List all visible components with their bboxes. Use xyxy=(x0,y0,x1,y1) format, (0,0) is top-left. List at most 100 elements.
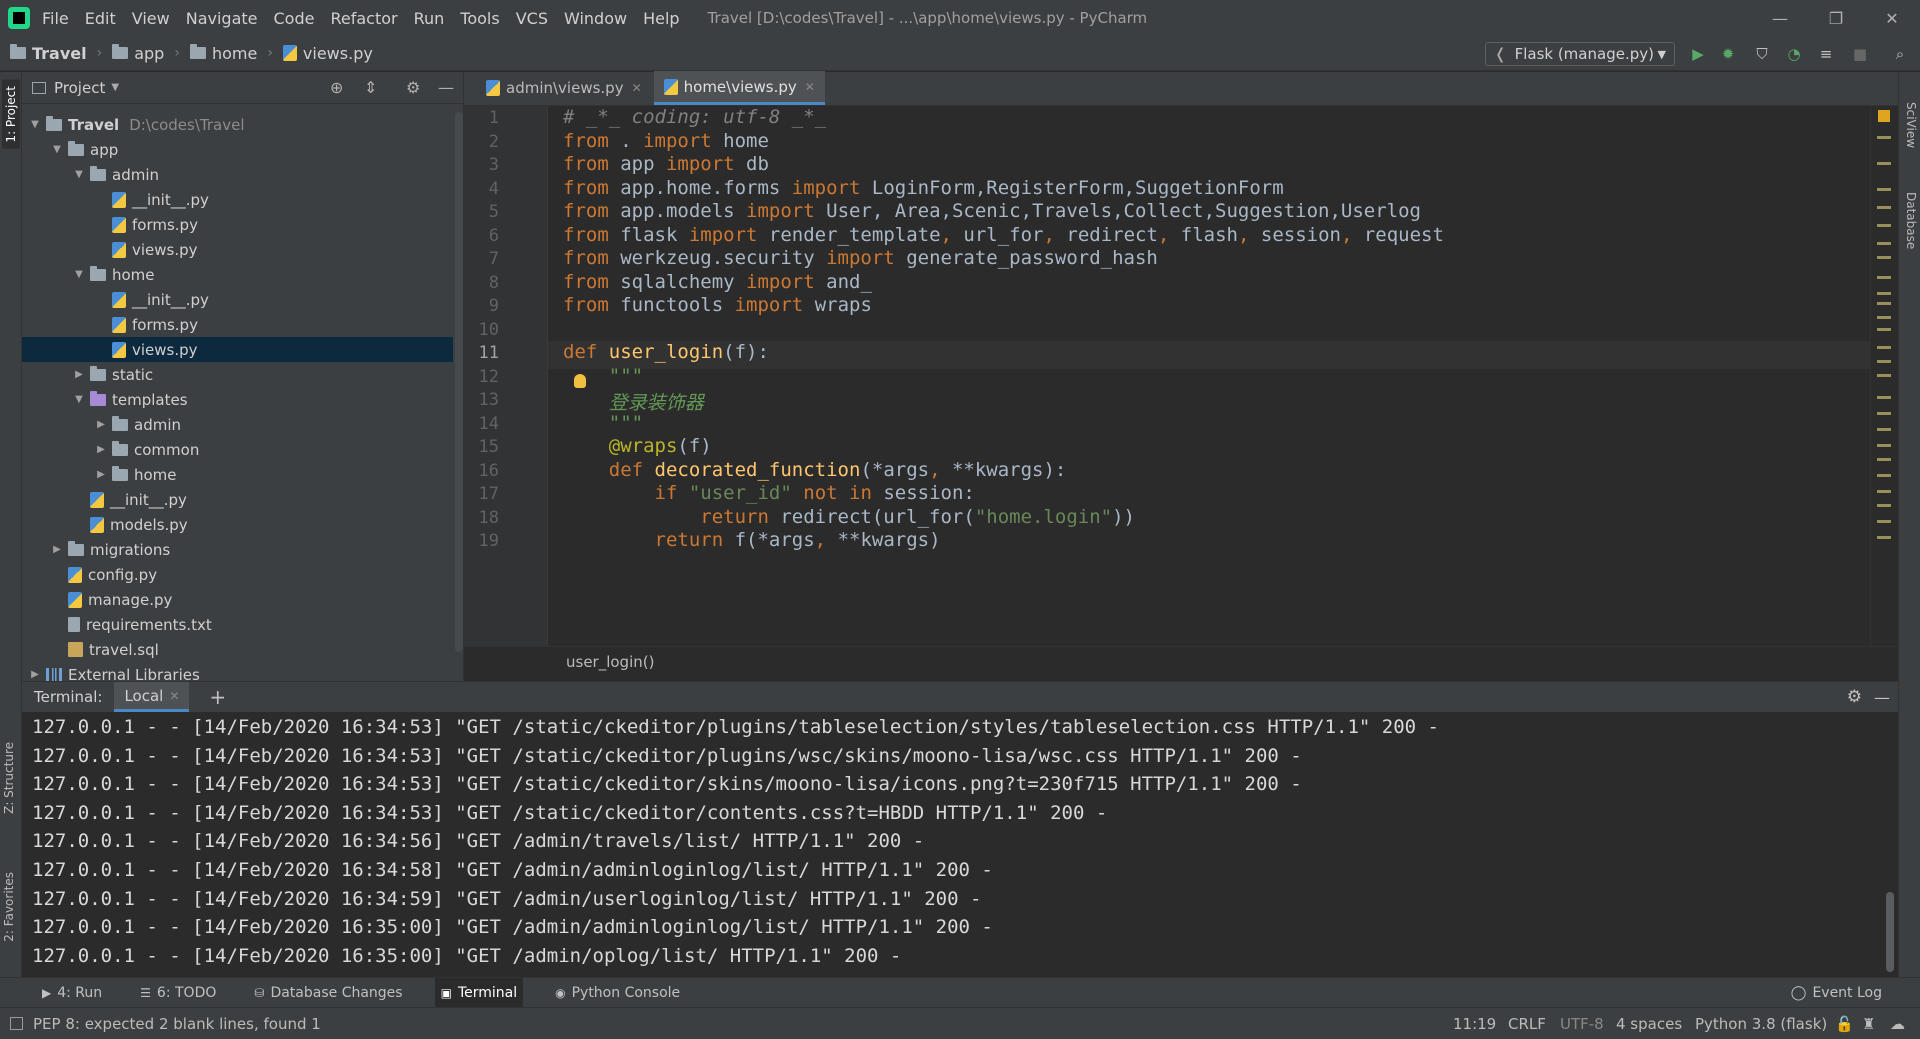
menu-navigate[interactable]: Navigate xyxy=(186,9,258,28)
tree-item[interactable]: views.py xyxy=(22,337,453,362)
menu-edit[interactable]: Edit xyxy=(85,9,116,28)
caret-position[interactable]: 11:19 xyxy=(1453,1015,1496,1033)
menu-window[interactable]: Window xyxy=(564,9,627,28)
menu-run[interactable]: Run xyxy=(414,9,445,28)
terminal-output[interactable]: 127.0.0.1 - - [14/Feb/2020 16:34:53] "GE… xyxy=(22,712,1898,976)
warning-marker[interactable] xyxy=(1877,412,1891,415)
locate-file-icon[interactable]: ⊕ xyxy=(330,78,343,97)
hide-panel-icon[interactable]: — xyxy=(438,78,454,97)
warning-marker[interactable] xyxy=(1877,444,1891,447)
tree-item[interactable]: ▼ templates xyxy=(22,387,453,412)
menu-code[interactable]: Code xyxy=(274,9,315,28)
editor-tab-home-views[interactable]: home\views.py ✕ xyxy=(653,71,825,105)
minimize-button[interactable]: — xyxy=(1752,0,1808,36)
tree-item[interactable]: __init__.py xyxy=(22,187,453,212)
warning-marker[interactable] xyxy=(1877,162,1891,165)
chevron-down-icon[interactable]: ▼ xyxy=(28,119,42,130)
notifications-icon[interactable]: ☁ xyxy=(1890,1015,1905,1033)
tree-item[interactable]: ▼ admin xyxy=(22,162,453,187)
warning-marker[interactable] xyxy=(1877,474,1891,477)
hide-panel-icon[interactable]: — xyxy=(1874,688,1890,707)
gear-icon[interactable]: ⚙ xyxy=(1847,687,1862,707)
warning-marker[interactable] xyxy=(1877,490,1891,493)
warning-marker[interactable] xyxy=(1877,302,1891,305)
warning-marker[interactable] xyxy=(1877,256,1891,259)
panel-toggle-icon[interactable] xyxy=(10,1017,23,1030)
database-changes-tool-tab[interactable]: ⛁ Database Changes xyxy=(248,978,408,1008)
warning-marker[interactable] xyxy=(1877,316,1891,319)
chevron-down-icon[interactable]: ▼ xyxy=(72,169,86,180)
structure-tool-tab[interactable]: Z: Structure xyxy=(2,742,16,814)
tree-item[interactable]: travel.sql xyxy=(22,637,453,662)
coverage-icon[interactable]: ⛉ xyxy=(1752,44,1772,64)
search-everywhere-icon[interactable]: ⌕ xyxy=(1890,44,1910,64)
chevron-right-icon[interactable]: ▶ xyxy=(28,669,42,680)
warning-marker[interactable] xyxy=(1877,374,1891,377)
chevron-down-icon[interactable]: ▼ xyxy=(72,394,86,405)
restore-button[interactable]: ❐ xyxy=(1808,0,1864,36)
profile-icon[interactable]: ◔ xyxy=(1784,44,1804,64)
tree-item[interactable]: ▶ migrations xyxy=(22,537,453,562)
sciview-tool-tab[interactable]: SciView xyxy=(1904,102,1918,148)
close-tab-icon[interactable]: ✕ xyxy=(169,689,179,703)
tree-item[interactable]: ▶ common xyxy=(22,437,453,462)
chevron-down-icon[interactable]: ▼ xyxy=(72,269,86,280)
warning-marker[interactable] xyxy=(1877,188,1891,191)
warning-marker[interactable] xyxy=(1877,346,1891,349)
menu-tools[interactable]: Tools xyxy=(460,9,499,28)
warning-marker[interactable] xyxy=(1877,276,1891,279)
tree-item[interactable]: ▶ admin xyxy=(22,412,453,437)
menu-file[interactable]: File xyxy=(42,9,69,28)
tree-item[interactable]: __init__.py xyxy=(22,487,453,512)
menu-refactor[interactable]: Refactor xyxy=(330,9,397,28)
breadcrumb-home[interactable]: home xyxy=(189,44,257,63)
terminal-tool-tab[interactable]: ▣ Terminal xyxy=(434,977,524,1008)
function-breadcrumb[interactable]: user_login() xyxy=(464,646,1898,676)
close-tab-icon[interactable]: ✕ xyxy=(805,80,815,94)
menu-vcs[interactable]: VCS xyxy=(516,9,548,28)
warning-marker[interactable] xyxy=(1877,458,1891,461)
line-separator[interactable]: CRLF xyxy=(1508,1015,1546,1033)
warning-marker[interactable] xyxy=(1877,536,1891,539)
warning-marker[interactable] xyxy=(1877,224,1891,227)
warning-marker[interactable] xyxy=(1877,520,1891,523)
terminal-scrollbar[interactable] xyxy=(1886,892,1894,972)
gear-icon[interactable]: ⚙ xyxy=(406,78,420,97)
tree-item[interactable]: requirements.txt xyxy=(22,612,453,637)
warning-marker[interactable] xyxy=(1877,428,1891,431)
editor-tab-admin-views[interactable]: admin\views.py ✕ xyxy=(476,71,652,105)
tree-item[interactable]: forms.py xyxy=(22,312,453,337)
warning-marker[interactable] xyxy=(1877,360,1891,363)
project-view-selector[interactable]: Project xyxy=(54,79,105,97)
python-interpreter[interactable]: Python 3.8 (flask) xyxy=(1695,1015,1827,1033)
warning-marker[interactable] xyxy=(1877,504,1891,507)
favorites-tool-tab[interactable]: 2: Favorites xyxy=(2,872,16,942)
collapse-all-icon[interactable]: ⇕ xyxy=(364,78,377,97)
event-log-tool-tab[interactable]: ◯ Event Log xyxy=(1791,978,1882,1008)
tree-item[interactable]: forms.py xyxy=(22,212,453,237)
tree-item[interactable]: manage.py xyxy=(22,587,453,612)
breadcrumb-views-py[interactable]: views.py xyxy=(282,44,373,63)
warning-marker[interactable] xyxy=(1877,242,1891,245)
warning-marker[interactable] xyxy=(1877,136,1891,139)
run-tool-tab[interactable]: ▶ 4: Run xyxy=(36,978,108,1008)
project-tool-tab[interactable]: 1: Project xyxy=(2,80,20,149)
close-tab-icon[interactable]: ✕ xyxy=(632,81,642,95)
warning-marker[interactable] xyxy=(1877,292,1891,295)
warning-marker[interactable] xyxy=(1877,206,1891,209)
concurrency-icon[interactable]: ≡ xyxy=(1816,44,1836,64)
terminal-tab-local[interactable]: Local ✕ xyxy=(114,682,190,712)
tree-item[interactable]: ▶ static xyxy=(22,362,453,387)
todo-tool-tab[interactable]: ☰ 6: TODO xyxy=(134,978,222,1008)
debug-icon[interactable]: ✹ xyxy=(1718,44,1738,64)
project-tree-scrollbar[interactable] xyxy=(455,112,463,652)
inspector-icon[interactable]: ♜ xyxy=(1862,1015,1875,1033)
code-editor[interactable]: # _*_ coding: utf-8 _*_ from . import hom… xyxy=(548,106,1870,646)
chevron-down-icon[interactable]: ▼ xyxy=(111,82,119,93)
breadcrumb-travel[interactable]: Travel xyxy=(10,44,87,63)
tree-item[interactable]: ▼ app xyxy=(22,137,453,162)
run-configuration-select[interactable]: ❬ Flask (manage.py) ▼ xyxy=(1485,42,1675,66)
tree-item[interactable]: models.py xyxy=(22,512,453,537)
menu-view[interactable]: View xyxy=(132,9,170,28)
stop-icon[interactable]: ■ xyxy=(1850,44,1870,64)
